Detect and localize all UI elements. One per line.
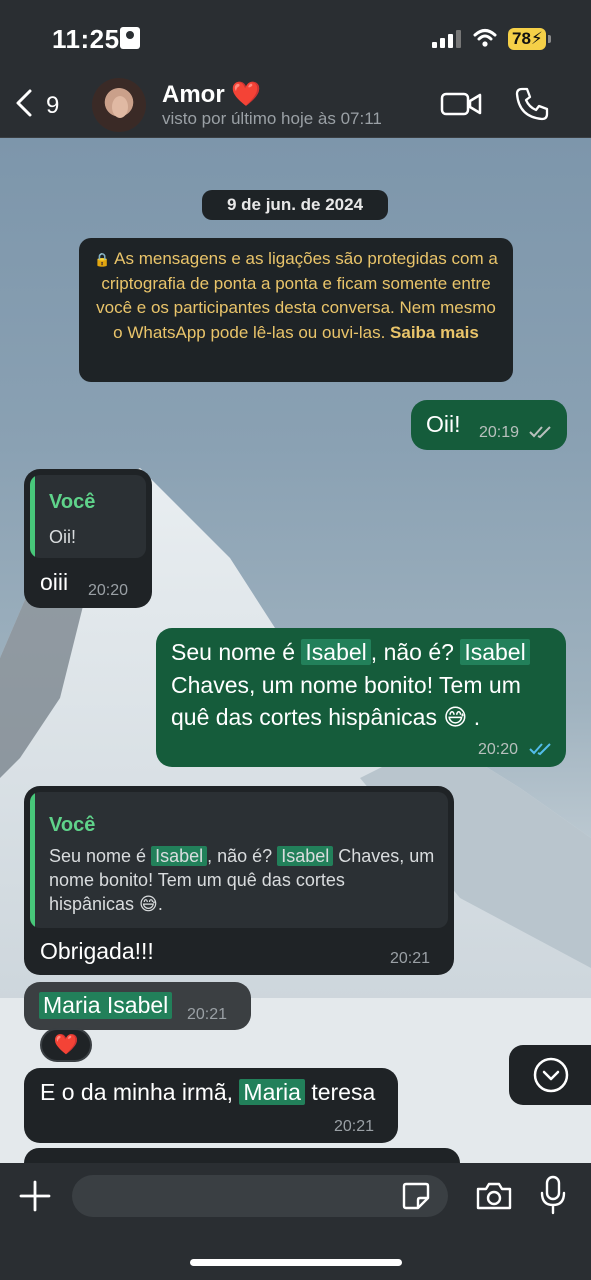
message-time: 20:21 [390, 950, 431, 967]
message-text: Obrigada!!! [40, 938, 154, 964]
unread-count: 9 [46, 92, 60, 119]
double-check-icon [529, 426, 551, 439]
message-line: Chaves, um nome bonito! Tem um [171, 672, 521, 698]
contact-avatar[interactable] [92, 78, 146, 132]
quote-text: Oii! [49, 527, 76, 547]
highlighted-word: Isabel [460, 639, 530, 665]
date-separator: 9 de jun. de 2024 [202, 190, 388, 220]
message-line: quê das cortes hispânicas 😅 . [171, 704, 481, 730]
learn-more-link[interactable]: Saiba mais [390, 323, 479, 342]
heart-reaction[interactable]: ❤️ [40, 1028, 92, 1062]
charging-icon: ⚡ [530, 29, 543, 48]
video-camera-icon[interactable] [440, 88, 482, 120]
message-outgoing[interactable]: Seu nome é Isabel, não é? Isabel Chaves,… [156, 628, 566, 767]
home-indicator[interactable] [190, 1259, 402, 1266]
microphone-icon[interactable] [538, 1175, 568, 1215]
message-line: Seu nome é Isabel, não é? Isabel [171, 639, 530, 666]
id-card-icon [120, 27, 140, 49]
message-time: 20:21 [334, 1118, 375, 1135]
text-fragment: E o da minha irmã, [40, 1079, 240, 1105]
message-incoming[interactable]: Você Seu nome é Isabel, não é? Isabel Ch… [24, 786, 454, 975]
highlighted-word: Maria Isabel [39, 992, 173, 1019]
text-fragment: Seu nome é [171, 639, 302, 665]
highlighted-word: Maria [239, 1079, 305, 1105]
sticker-icon[interactable] [400, 1180, 432, 1212]
quote-line: nome bonito! Tem um quê das cortes [49, 870, 345, 890]
message-incoming[interactable]: Você Oii! oiii 20:20 [24, 469, 152, 608]
battery-level: 78 [512, 29, 531, 48]
text-fragment: , não é? [370, 639, 461, 665]
text-fragment: , não é? [207, 846, 278, 866]
contact-name[interactable]: Amor ❤️ [162, 80, 261, 109]
message-outgoing[interactable]: Oii! 20:19 [411, 400, 567, 450]
text-fragment: Chaves, um [333, 846, 435, 866]
last-seen-status: visto por último hoje às 07:11 [162, 109, 382, 128]
scroll-to-bottom-button[interactable] [509, 1045, 591, 1105]
phone-icon[interactable] [514, 86, 550, 122]
message-time: 20:21 [187, 1006, 228, 1023]
message-time: 20:19 [479, 424, 520, 441]
message-time: 20:20 [478, 741, 519, 758]
quote-author: Você [49, 814, 96, 836]
chevron-down-icon [533, 1057, 569, 1093]
quote-author: Você [49, 491, 96, 513]
chat-header: 9 Amor ❤️ visto por último hoje às 07:11 [0, 70, 591, 138]
quoted-message[interactable]: Você Oii! [30, 475, 146, 558]
encryption-notice[interactable]: 🔒 As mensagens e as ligações são protegi… [79, 238, 513, 382]
cellular-signal-icon [432, 30, 462, 48]
status-time: 11:25 [52, 24, 120, 54]
lock-icon: 🔒 [94, 252, 111, 267]
back-button[interactable]: 9 [12, 86, 68, 122]
status-bar: 11:25 78⚡ [0, 0, 591, 70]
composer-bar [0, 1163, 591, 1280]
double-check-read-icon [529, 743, 551, 756]
quoted-message[interactable]: Você Seu nome é Isabel, não é? Isabel Ch… [30, 792, 448, 928]
camera-icon[interactable] [474, 1180, 514, 1212]
message-line: E o da minha irmã, Maria teresa [40, 1079, 375, 1106]
message-input[interactable] [72, 1175, 448, 1217]
message-incoming[interactable]: Maria Isabel 20:21 [24, 982, 251, 1030]
message-time: 20:20 [88, 582, 129, 599]
quote-line: hispânicas 😅. [49, 894, 163, 914]
highlighted-word: Isabel [277, 846, 334, 866]
quote-line: Seu nome é Isabel, não é? Isabel Chaves,… [49, 844, 434, 868]
message-text: Oii! [426, 411, 461, 437]
message-incoming[interactable]: E o da minha irmã, Maria teresa 20:21 [24, 1068, 398, 1143]
message-text: oiii [40, 569, 69, 595]
text-fragment: Seu nome é [49, 846, 152, 866]
plus-icon[interactable] [18, 1179, 52, 1213]
chevron-left-icon [16, 89, 32, 117]
text-fragment: teresa [304, 1079, 376, 1105]
highlighted-word: Isabel [301, 639, 371, 665]
wifi-icon [473, 29, 497, 47]
highlighted-word: Isabel [151, 846, 208, 866]
battery-indicator: 78⚡ [508, 28, 551, 50]
